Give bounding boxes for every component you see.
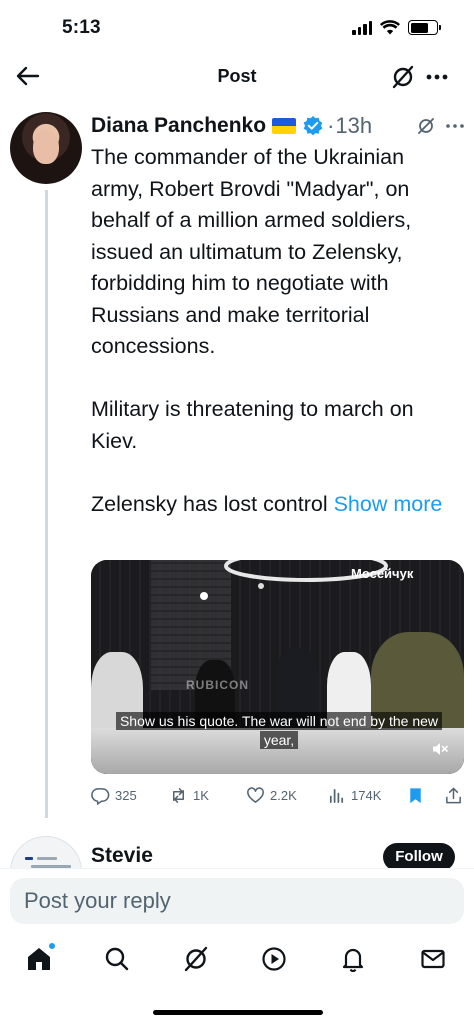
battery-icon bbox=[408, 20, 441, 35]
tab-messages[interactable] bbox=[418, 944, 448, 974]
share-button[interactable] bbox=[444, 786, 463, 805]
status-time: 5:13 bbox=[62, 17, 101, 38]
search-icon bbox=[105, 947, 129, 971]
tweet-paragraph: The commander of the Ukrainian army, Rob… bbox=[91, 145, 412, 358]
tab-video[interactable] bbox=[259, 944, 289, 974]
bookmark-icon bbox=[410, 788, 421, 804]
notifications-icon bbox=[342, 948, 364, 972]
views-button[interactable]: 174K bbox=[327, 786, 381, 805]
heart-icon bbox=[247, 787, 264, 803]
video-subtitle: Show us his quote. The war will not end … bbox=[105, 712, 453, 750]
tweet-actions: 325 1K 2.2K 174K bbox=[91, 786, 466, 810]
follow-button[interactable]: Follow bbox=[383, 843, 455, 871]
notification-dot bbox=[48, 942, 56, 950]
reply-button[interactable]: 325 bbox=[91, 786, 137, 805]
video-icon bbox=[262, 947, 286, 971]
tab-home[interactable] bbox=[24, 942, 56, 974]
reply-input[interactable] bbox=[10, 878, 464, 924]
author-name[interactable]: Diana Panchenko bbox=[91, 114, 266, 138]
cellular-signal-icon bbox=[352, 20, 372, 35]
tweet-header: Diana Panchenko · 13h bbox=[91, 112, 372, 140]
status-bar: 5:13 bbox=[0, 0, 474, 58]
like-button[interactable]: 2.2K bbox=[246, 786, 297, 805]
timestamp: 13h bbox=[335, 113, 373, 138]
repost-button[interactable]: 1K bbox=[169, 786, 209, 805]
more-horizontal-icon[interactable] bbox=[444, 116, 466, 136]
grok-icon[interactable] bbox=[390, 64, 416, 90]
messages-icon bbox=[421, 949, 445, 969]
repost-count: 1K bbox=[193, 788, 209, 803]
verified-badge-icon bbox=[303, 116, 323, 136]
reply-count: 325 bbox=[115, 788, 137, 803]
tweet-paragraph: Zelensky has lost control Show more bbox=[91, 489, 461, 521]
wifi-icon bbox=[380, 20, 400, 35]
status-icons bbox=[352, 20, 441, 35]
more-horizontal-icon[interactable] bbox=[424, 64, 450, 90]
grok-icon bbox=[184, 946, 208, 972]
video-logo: RUBICON bbox=[186, 678, 249, 692]
video-watermark: Мосейчук bbox=[351, 566, 414, 581]
reply-composer bbox=[0, 868, 474, 932]
video-subtitle-text: Show us his quote. The war will not end … bbox=[115, 712, 443, 749]
ukraine-flag-icon bbox=[272, 118, 297, 134]
tweet-paragraph-text: Zelensky has lost control bbox=[91, 491, 328, 516]
bookmark-button[interactable] bbox=[406, 786, 425, 805]
reply-author-name[interactable]: Stevie bbox=[91, 844, 153, 868]
share-icon bbox=[446, 787, 461, 804]
like-count: 2.2K bbox=[270, 788, 297, 803]
top-nav: Post bbox=[0, 58, 474, 96]
repost-icon bbox=[172, 788, 185, 803]
tweet-paragraph: Military is threatening to march on Kiev… bbox=[91, 397, 414, 453]
mute-icon[interactable] bbox=[431, 740, 449, 758]
views-count: 174K bbox=[351, 788, 382, 803]
tweet-video[interactable]: Мосейчук RUBICON Show us his quote. The … bbox=[91, 560, 464, 774]
tab-search[interactable] bbox=[102, 944, 132, 974]
separator-dot: · bbox=[327, 113, 335, 138]
reply-icon bbox=[91, 788, 110, 805]
views-chart-icon bbox=[329, 788, 344, 804]
thread-line bbox=[45, 190, 48, 818]
show-more-link[interactable]: Show more bbox=[334, 492, 443, 516]
tab-grok[interactable] bbox=[181, 944, 211, 974]
tweet-text: The commander of the Ukrainian army, Rob… bbox=[91, 142, 461, 520]
home-indicator bbox=[153, 1010, 323, 1015]
author-avatar[interactable] bbox=[10, 112, 82, 184]
tab-notifications[interactable] bbox=[338, 944, 368, 974]
grok-icon[interactable] bbox=[416, 116, 436, 136]
